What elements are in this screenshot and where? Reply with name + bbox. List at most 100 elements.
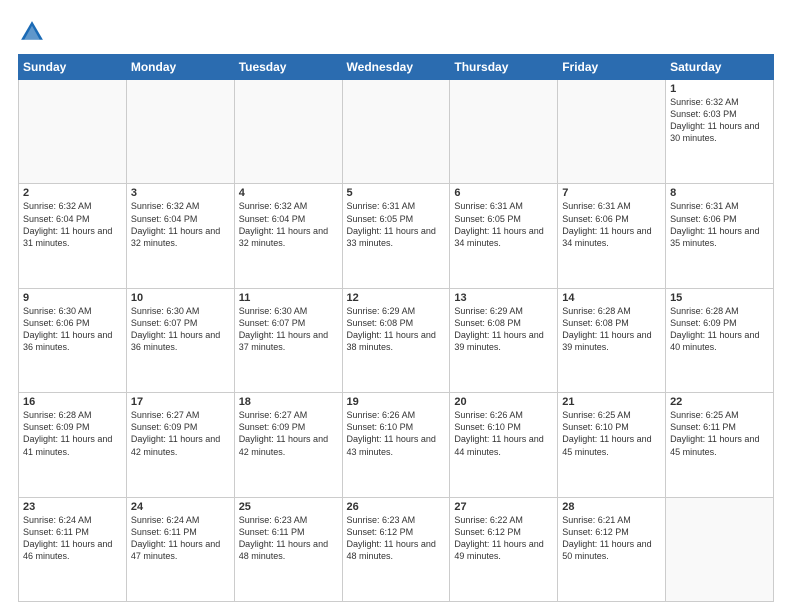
calendar-cell: 3Sunrise: 6:32 AM Sunset: 6:04 PM Daylig… (126, 184, 234, 288)
day-number: 6 (454, 187, 553, 199)
logo-icon (18, 18, 46, 46)
cell-info: Sunrise: 6:31 AM Sunset: 6:06 PM Dayligh… (670, 200, 769, 249)
calendar-cell: 21Sunrise: 6:25 AM Sunset: 6:10 PM Dayli… (558, 393, 666, 497)
day-number: 28 (562, 501, 661, 513)
calendar-cell (19, 80, 127, 184)
calendar-cell: 24Sunrise: 6:24 AM Sunset: 6:11 PM Dayli… (126, 497, 234, 601)
day-number: 20 (454, 396, 553, 408)
calendar-cell (126, 80, 234, 184)
calendar-cell: 6Sunrise: 6:31 AM Sunset: 6:05 PM Daylig… (450, 184, 558, 288)
header-friday: Friday (558, 55, 666, 80)
cell-info: Sunrise: 6:27 AM Sunset: 6:09 PM Dayligh… (239, 409, 338, 458)
calendar-cell: 12Sunrise: 6:29 AM Sunset: 6:08 PM Dayli… (342, 288, 450, 392)
calendar-cell: 1Sunrise: 6:32 AM Sunset: 6:03 PM Daylig… (666, 80, 774, 184)
cell-info: Sunrise: 6:27 AM Sunset: 6:09 PM Dayligh… (131, 409, 230, 458)
day-number: 3 (131, 187, 230, 199)
calendar-cell: 18Sunrise: 6:27 AM Sunset: 6:09 PM Dayli… (234, 393, 342, 497)
calendar-cell: 23Sunrise: 6:24 AM Sunset: 6:11 PM Dayli… (19, 497, 127, 601)
day-number: 27 (454, 501, 553, 513)
cell-info: Sunrise: 6:23 AM Sunset: 6:11 PM Dayligh… (239, 514, 338, 563)
day-number: 21 (562, 396, 661, 408)
cell-info: Sunrise: 6:22 AM Sunset: 6:12 PM Dayligh… (454, 514, 553, 563)
day-number: 1 (670, 83, 769, 95)
cell-info: Sunrise: 6:24 AM Sunset: 6:11 PM Dayligh… (23, 514, 122, 563)
cell-info: Sunrise: 6:26 AM Sunset: 6:10 PM Dayligh… (454, 409, 553, 458)
calendar-cell: 26Sunrise: 6:23 AM Sunset: 6:12 PM Dayli… (342, 497, 450, 601)
calendar-cell: 16Sunrise: 6:28 AM Sunset: 6:09 PM Dayli… (19, 393, 127, 497)
day-number: 7 (562, 187, 661, 199)
day-number: 25 (239, 501, 338, 513)
calendar-cell: 7Sunrise: 6:31 AM Sunset: 6:06 PM Daylig… (558, 184, 666, 288)
day-number: 12 (347, 292, 446, 304)
calendar-week-row: 16Sunrise: 6:28 AM Sunset: 6:09 PM Dayli… (19, 393, 774, 497)
cell-info: Sunrise: 6:25 AM Sunset: 6:10 PM Dayligh… (562, 409, 661, 458)
logo (18, 18, 50, 46)
day-number: 2 (23, 187, 122, 199)
calendar-cell: 25Sunrise: 6:23 AM Sunset: 6:11 PM Dayli… (234, 497, 342, 601)
calendar-cell: 8Sunrise: 6:31 AM Sunset: 6:06 PM Daylig… (666, 184, 774, 288)
day-number: 15 (670, 292, 769, 304)
day-number: 24 (131, 501, 230, 513)
cell-info: Sunrise: 6:32 AM Sunset: 6:04 PM Dayligh… (23, 200, 122, 249)
header-thursday: Thursday (450, 55, 558, 80)
cell-info: Sunrise: 6:32 AM Sunset: 6:03 PM Dayligh… (670, 96, 769, 145)
calendar-cell (234, 80, 342, 184)
calendar-cell (666, 497, 774, 601)
day-number: 4 (239, 187, 338, 199)
cell-info: Sunrise: 6:32 AM Sunset: 6:04 PM Dayligh… (131, 200, 230, 249)
header (18, 18, 774, 46)
day-number: 23 (23, 501, 122, 513)
day-number: 26 (347, 501, 446, 513)
calendar-cell: 11Sunrise: 6:30 AM Sunset: 6:07 PM Dayli… (234, 288, 342, 392)
day-number: 9 (23, 292, 122, 304)
calendar-cell (558, 80, 666, 184)
cell-info: Sunrise: 6:32 AM Sunset: 6:04 PM Dayligh… (239, 200, 338, 249)
cell-info: Sunrise: 6:31 AM Sunset: 6:05 PM Dayligh… (347, 200, 446, 249)
cell-info: Sunrise: 6:28 AM Sunset: 6:08 PM Dayligh… (562, 305, 661, 354)
cell-info: Sunrise: 6:25 AM Sunset: 6:11 PM Dayligh… (670, 409, 769, 458)
cell-info: Sunrise: 6:31 AM Sunset: 6:06 PM Dayligh… (562, 200, 661, 249)
day-number: 13 (454, 292, 553, 304)
cell-info: Sunrise: 6:21 AM Sunset: 6:12 PM Dayligh… (562, 514, 661, 563)
cell-info: Sunrise: 6:23 AM Sunset: 6:12 PM Dayligh… (347, 514, 446, 563)
day-number: 11 (239, 292, 338, 304)
calendar-cell: 22Sunrise: 6:25 AM Sunset: 6:11 PM Dayli… (666, 393, 774, 497)
header-tuesday: Tuesday (234, 55, 342, 80)
day-number: 17 (131, 396, 230, 408)
cell-info: Sunrise: 6:24 AM Sunset: 6:11 PM Dayligh… (131, 514, 230, 563)
page: Sunday Monday Tuesday Wednesday Thursday… (0, 0, 792, 612)
day-number: 8 (670, 187, 769, 199)
calendar-cell: 9Sunrise: 6:30 AM Sunset: 6:06 PM Daylig… (19, 288, 127, 392)
calendar-week-row: 2Sunrise: 6:32 AM Sunset: 6:04 PM Daylig… (19, 184, 774, 288)
calendar-cell: 20Sunrise: 6:26 AM Sunset: 6:10 PM Dayli… (450, 393, 558, 497)
cell-info: Sunrise: 6:30 AM Sunset: 6:07 PM Dayligh… (239, 305, 338, 354)
cell-info: Sunrise: 6:31 AM Sunset: 6:05 PM Dayligh… (454, 200, 553, 249)
calendar-cell: 14Sunrise: 6:28 AM Sunset: 6:08 PM Dayli… (558, 288, 666, 392)
calendar-cell: 19Sunrise: 6:26 AM Sunset: 6:10 PM Dayli… (342, 393, 450, 497)
header-wednesday: Wednesday (342, 55, 450, 80)
day-number: 19 (347, 396, 446, 408)
header-monday: Monday (126, 55, 234, 80)
calendar-cell: 2Sunrise: 6:32 AM Sunset: 6:04 PM Daylig… (19, 184, 127, 288)
day-number: 16 (23, 396, 122, 408)
calendar-cell: 15Sunrise: 6:28 AM Sunset: 6:09 PM Dayli… (666, 288, 774, 392)
calendar-week-row: 23Sunrise: 6:24 AM Sunset: 6:11 PM Dayli… (19, 497, 774, 601)
calendar-cell: 4Sunrise: 6:32 AM Sunset: 6:04 PM Daylig… (234, 184, 342, 288)
day-number: 5 (347, 187, 446, 199)
header-saturday: Saturday (666, 55, 774, 80)
calendar-week-row: 1Sunrise: 6:32 AM Sunset: 6:03 PM Daylig… (19, 80, 774, 184)
day-number: 14 (562, 292, 661, 304)
day-number: 10 (131, 292, 230, 304)
calendar-cell: 13Sunrise: 6:29 AM Sunset: 6:08 PM Dayli… (450, 288, 558, 392)
calendar-cell: 17Sunrise: 6:27 AM Sunset: 6:09 PM Dayli… (126, 393, 234, 497)
cell-info: Sunrise: 6:30 AM Sunset: 6:07 PM Dayligh… (131, 305, 230, 354)
calendar-cell: 10Sunrise: 6:30 AM Sunset: 6:07 PM Dayli… (126, 288, 234, 392)
calendar-cell: 28Sunrise: 6:21 AM Sunset: 6:12 PM Dayli… (558, 497, 666, 601)
calendar-header-row: Sunday Monday Tuesday Wednesday Thursday… (19, 55, 774, 80)
day-number: 18 (239, 396, 338, 408)
cell-info: Sunrise: 6:28 AM Sunset: 6:09 PM Dayligh… (23, 409, 122, 458)
day-number: 22 (670, 396, 769, 408)
calendar-cell: 5Sunrise: 6:31 AM Sunset: 6:05 PM Daylig… (342, 184, 450, 288)
cell-info: Sunrise: 6:29 AM Sunset: 6:08 PM Dayligh… (454, 305, 553, 354)
calendar-cell (450, 80, 558, 184)
